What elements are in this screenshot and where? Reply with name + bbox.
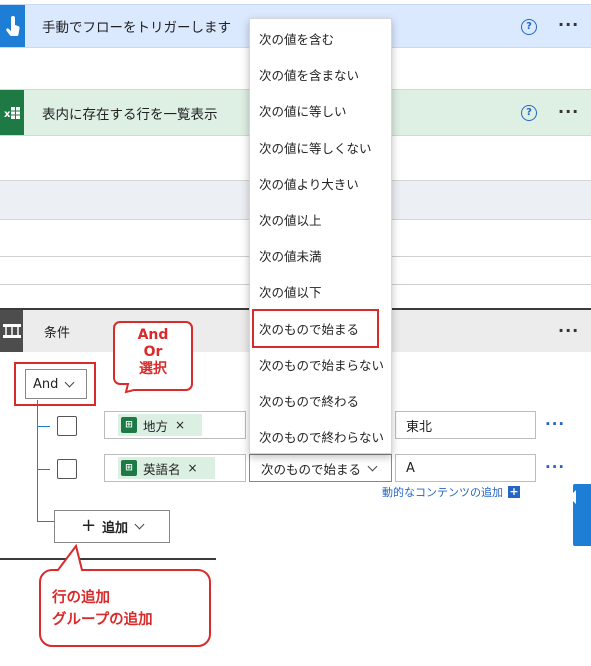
add-dynamic-content-link[interactable]: 動的なコンテンツの追加 + [382, 484, 520, 500]
dropdown-option[interactable]: 次の値を含まない [259, 65, 359, 84]
row-checkbox[interactable] [57, 459, 77, 479]
value-text: A [406, 460, 415, 476]
dropdown-option[interactable]: 次の値より大きい [259, 174, 359, 193]
more-options-icon[interactable]: ··· [558, 323, 579, 339]
token-remove-icon[interactable]: × [175, 418, 185, 432]
value-text: 東北 [406, 419, 433, 435]
token-remove-icon[interactable]: × [188, 461, 198, 475]
row-checkbox[interactable] [57, 416, 77, 436]
dropdown-option[interactable]: 次のもので終わる [259, 391, 359, 410]
row-more-icon[interactable]: ··· [545, 417, 565, 432]
chevron-down-icon [367, 461, 378, 471]
help-icon[interactable]: ? [521, 19, 537, 35]
dropdown-option-highlighted[interactable]: 次のもので始まる [259, 319, 359, 338]
left-operand-field[interactable]: ⊞ 地方 × [104, 411, 246, 439]
add-row-callout: 行の追加 グループの追加 [38, 544, 212, 648]
callout-line: Or [143, 344, 163, 360]
dynamic-token: ⊞ 地方 × [118, 414, 202, 436]
dropdown-option[interactable]: 次の値以下 [259, 282, 322, 301]
row-more-icon[interactable]: ··· [545, 460, 565, 475]
help-icon[interactable]: ? [521, 105, 537, 121]
plus-icon: + [80, 515, 97, 536]
svg-text:x: x [4, 109, 11, 120]
excel-icon: ⊞ [121, 460, 137, 476]
dynamic-token: ⊞ 英語名 × [118, 457, 215, 479]
token-label: 英語名 [143, 461, 181, 477]
tree-connector [37, 469, 50, 470]
excel-icon: x [0, 90, 24, 135]
condition-title: 条件 [44, 325, 71, 341]
callout-line: グループの追加 [52, 612, 153, 628]
right-operand-field[interactable]: 東北 [395, 411, 536, 439]
left-operand-field[interactable]: ⊞ 英語名 × [104, 454, 246, 482]
token-label: 地方 [143, 418, 169, 434]
add-button[interactable]: + 追加 [54, 510, 170, 543]
dropdown-option[interactable]: 次のもので始まらない [259, 355, 384, 374]
operator-value: 次のもので始まる [261, 461, 362, 477]
callout-line: And [137, 327, 169, 343]
tree-connector [37, 521, 55, 522]
tree-connector [37, 426, 50, 427]
dropdown-option[interactable]: 次の値以上 [259, 210, 322, 229]
callout-line: 行の追加 [52, 590, 110, 606]
dropdown-option[interactable]: 次の値を含む [259, 29, 334, 48]
more-options-icon[interactable]: ··· [558, 104, 579, 120]
card-title: 手動でフローをトリガーします [42, 20, 231, 36]
touch-hand-icon [0, 5, 25, 47]
dropdown-option[interactable]: 次の値未満 [259, 246, 322, 265]
plus-icon: + [508, 485, 520, 498]
right-operand-field[interactable]: A [395, 454, 536, 482]
and-or-callout: And Or 選択 [112, 318, 194, 394]
chevron-down-icon [134, 519, 145, 530]
dynamic-content-label: 動的なコンテンツの追加 [382, 486, 503, 499]
excel-icon: ⊞ [121, 417, 137, 433]
dropdown-option[interactable]: 次のもので終わらない [259, 427, 384, 446]
operator-select[interactable]: 次のもので始まる [249, 454, 392, 482]
tree-connector [37, 400, 38, 521]
more-options-icon[interactable]: ··· [558, 17, 579, 33]
card-title: 表内に存在する行を一覧表示 [42, 106, 218, 123]
chevron-down-icon [64, 377, 75, 387]
add-button-label: 追加 [102, 521, 129, 536]
group-operator-select[interactable]: And [25, 369, 87, 399]
condition-branch-icon [0, 310, 23, 352]
group-operator-value: And [33, 376, 59, 392]
callout-line: 選択 [139, 361, 167, 377]
dropdown-option[interactable]: 次の値に等しくない [259, 138, 372, 157]
operator-dropdown-menu[interactable]: 次の値を含む 次の値を含まない 次の値に等しい 次の値に等しくない 次の値より大… [249, 18, 392, 454]
panel-arrow-icon [569, 490, 576, 504]
dropdown-option[interactable]: 次の値に等しい [259, 101, 347, 120]
